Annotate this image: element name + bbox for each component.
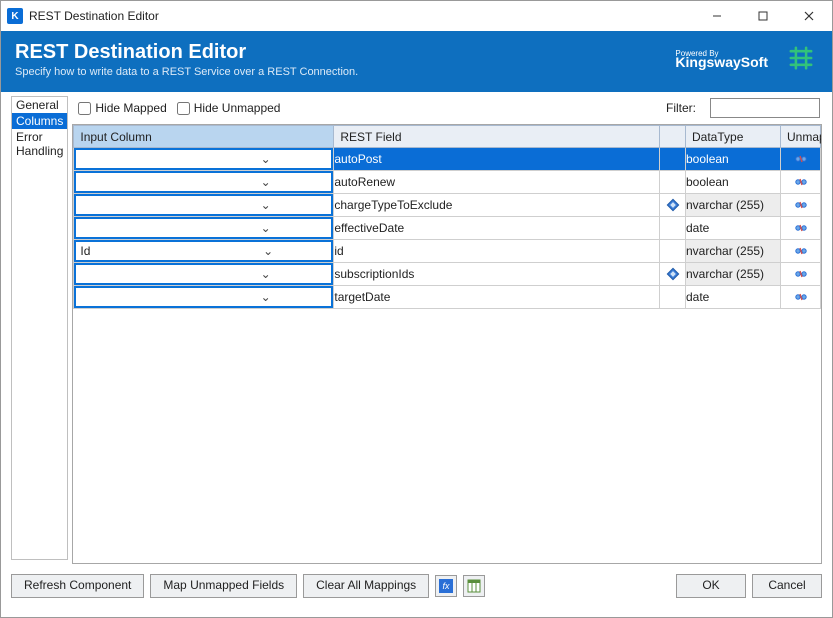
input-column-dropdown[interactable]: Id⌄	[74, 240, 333, 262]
maximize-button[interactable]	[740, 1, 786, 31]
rest-field-cell: subscriptionIds	[334, 263, 660, 286]
collection-icon-cell	[660, 217, 686, 240]
input-column-dropdown[interactable]: ⌄	[74, 194, 333, 216]
page-subtitle: Specify how to write data to a REST Serv…	[15, 66, 675, 78]
window-title: REST Destination Editor	[29, 9, 159, 23]
unmap-icon	[793, 289, 809, 305]
page-header: REST Destination Editor Specify how to w…	[1, 31, 832, 92]
rest-field-cell: id	[334, 240, 660, 263]
input-column-dropdown[interactable]: ⌄	[74, 217, 333, 239]
product-logo	[784, 41, 818, 78]
app-icon: K	[7, 8, 23, 24]
hide-unmapped-input[interactable]	[177, 102, 190, 115]
chevron-down-icon: ⌄	[200, 267, 332, 281]
input-column-dropdown[interactable]: ⌄	[74, 286, 333, 308]
sidebar-item-general[interactable]: General	[12, 97, 67, 113]
unmap-button[interactable]	[781, 263, 821, 286]
map-unmapped-button[interactable]: Map Unmapped Fields	[150, 574, 297, 598]
sidebar-item-error-handling[interactable]: Error Handling	[12, 129, 67, 159]
chevron-down-icon: ⌄	[200, 152, 332, 166]
hide-unmapped-label: Hide Unmapped	[194, 101, 281, 115]
unmap-icon	[793, 266, 809, 282]
unmap-icon	[793, 197, 809, 213]
table-row[interactable]: Id⌄id nvarchar (255)	[74, 240, 821, 263]
cancel-button[interactable]: Cancel	[752, 574, 822, 598]
collection-icon-cell	[660, 171, 686, 194]
col-header-icon	[660, 126, 686, 148]
rest-field-cell: targetDate	[334, 286, 660, 309]
minimize-button[interactable]	[694, 1, 740, 31]
hide-mapped-checkbox[interactable]: Hide Mapped	[78, 101, 166, 115]
svg-text:fx: fx	[443, 581, 451, 591]
fx-button[interactable]: fx	[435, 575, 457, 597]
col-header-rest[interactable]: REST Field	[334, 126, 660, 148]
clear-all-button[interactable]: Clear All Mappings	[303, 574, 429, 598]
collection-icon-cell[interactable]	[660, 263, 686, 286]
grid-header-row: Input Column REST Field DataType Unmap	[74, 126, 821, 148]
table-row[interactable]: ⌄autoPost boolean	[74, 148, 821, 171]
unmap-button[interactable]	[781, 194, 821, 217]
hide-mapped-input[interactable]	[78, 102, 91, 115]
data-type-cell: nvarchar (255)	[686, 194, 781, 217]
chevron-down-icon: ⌄	[200, 221, 332, 235]
col-header-unmap[interactable]: Unmap	[781, 126, 821, 148]
table-row[interactable]: ⌄chargeTypeToExclude nvarchar (255)	[74, 194, 821, 217]
filter-label: Filter:	[666, 101, 696, 115]
kingswaysoft-logo: Powered By KingswaySoft	[675, 49, 768, 70]
unmap-icon	[793, 151, 809, 167]
data-type-cell: nvarchar (255)	[686, 240, 781, 263]
unmap-button[interactable]	[781, 217, 821, 240]
data-type-cell: boolean	[686, 148, 781, 171]
chevron-down-icon: ⌄	[205, 244, 332, 258]
unmap-button[interactable]	[781, 240, 821, 263]
footer: Refresh Component Map Unmapped Fields Cl…	[1, 564, 832, 608]
collection-icon-cell	[660, 240, 686, 263]
input-column-value: Id	[76, 244, 205, 258]
unmap-icon	[793, 174, 809, 190]
input-column-dropdown[interactable]: ⌄	[74, 263, 333, 285]
rest-field-cell: autoPost	[334, 148, 660, 171]
unmap-button[interactable]	[781, 148, 821, 171]
close-button[interactable]	[786, 1, 832, 31]
data-type-cell: date	[686, 217, 781, 240]
page-title: REST Destination Editor	[15, 41, 675, 64]
data-type-cell: nvarchar (255)	[686, 263, 781, 286]
collection-icon-cell[interactable]	[660, 194, 686, 217]
unmap-button[interactable]	[781, 171, 821, 194]
unmap-icon	[793, 220, 809, 236]
collection-icon	[665, 197, 681, 213]
collection-icon	[665, 266, 681, 282]
columns-toolbar: Hide Mapped Hide Unmapped Filter:	[72, 96, 822, 124]
collection-icon-cell	[660, 148, 686, 171]
unmap-button[interactable]	[781, 286, 821, 309]
hide-mapped-label: Hide Mapped	[95, 101, 166, 115]
table-row[interactable]: ⌄effectiveDate date	[74, 217, 821, 240]
unmap-icon	[793, 243, 809, 259]
hide-unmapped-checkbox[interactable]: Hide Unmapped	[177, 101, 281, 115]
mapping-grid: Input Column REST Field DataType Unmap ⌄…	[72, 124, 822, 564]
collection-icon-cell	[660, 286, 686, 309]
input-column-dropdown[interactable]: ⌄	[74, 148, 333, 170]
table-row[interactable]: ⌄targetDate date	[74, 286, 821, 309]
chevron-down-icon: ⌄	[200, 290, 332, 304]
chevron-down-icon: ⌄	[200, 175, 332, 189]
rest-field-cell: chargeTypeToExclude	[334, 194, 660, 217]
sidebar-item-columns[interactable]: Columns	[12, 113, 67, 129]
table-row[interactable]: ⌄subscriptionIds nvarchar (255)	[74, 263, 821, 286]
rest-field-cell: effectiveDate	[334, 217, 660, 240]
rest-field-cell: autoRenew	[334, 171, 660, 194]
title-bar: K REST Destination Editor	[1, 1, 832, 31]
col-header-type[interactable]: DataType	[686, 126, 781, 148]
col-header-input[interactable]: Input Column	[74, 126, 334, 148]
data-type-cell: boolean	[686, 171, 781, 194]
input-column-dropdown[interactable]: ⌄	[74, 171, 333, 193]
refresh-button[interactable]: Refresh Component	[11, 574, 144, 598]
chevron-down-icon: ⌄	[200, 198, 332, 212]
data-type-cell: date	[686, 286, 781, 309]
filter-input[interactable]	[710, 98, 820, 118]
columns-icon-button[interactable]	[463, 575, 485, 597]
ok-button[interactable]: OK	[676, 574, 746, 598]
table-row[interactable]: ⌄autoRenew boolean	[74, 171, 821, 194]
sidebar: GeneralColumnsError Handling	[11, 96, 68, 560]
